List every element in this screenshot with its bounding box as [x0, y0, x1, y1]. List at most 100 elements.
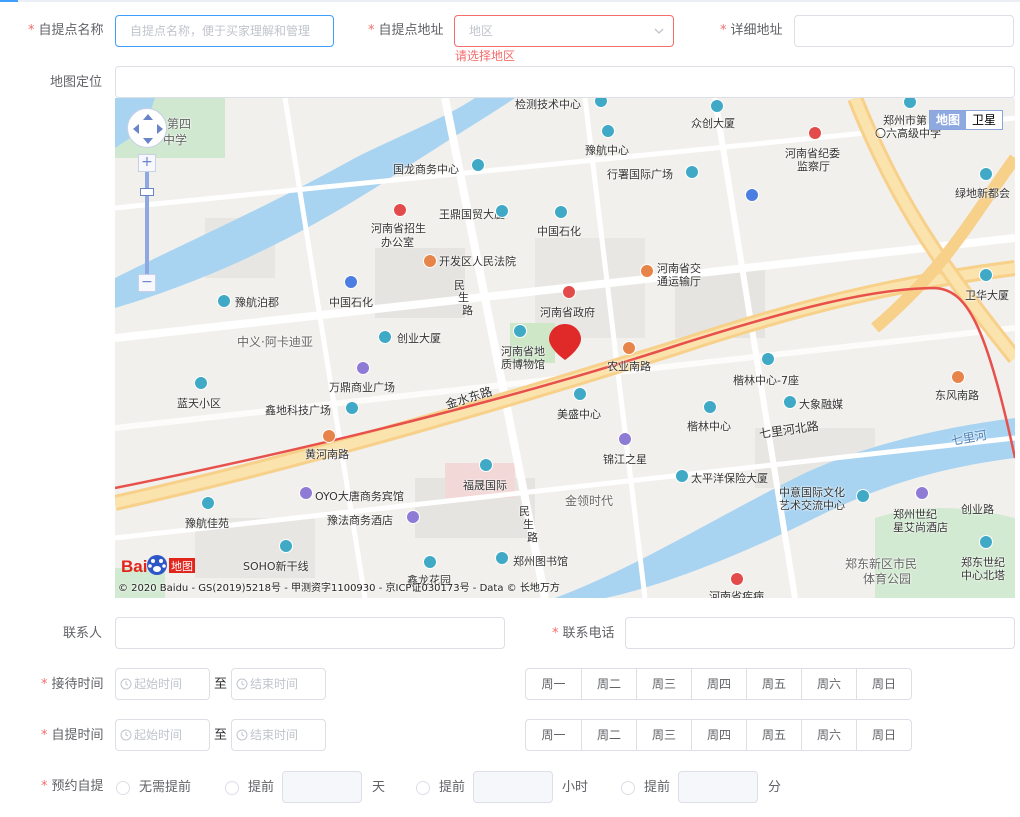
poi-building-icon[interactable] — [573, 387, 587, 401]
poi-building-icon[interactable] — [979, 535, 993, 549]
advance-days-radio[interactable] — [225, 781, 239, 795]
pickup-start-time-input[interactable]: 起始时间 — [115, 719, 210, 751]
map-label: 路 — [462, 304, 473, 317]
zoom-slider-handle[interactable] — [140, 188, 154, 196]
poi-building-icon[interactable] — [495, 204, 509, 218]
advance-minutes-label[interactable]: 提前 — [644, 780, 670, 796]
reception-time-separator: 至 — [214, 677, 228, 692]
poi-gas-station-icon[interactable] — [344, 275, 358, 289]
poi-hotel-icon[interactable] — [618, 432, 632, 446]
region-select[interactable]: 地区 — [454, 15, 674, 47]
contact-input[interactable] — [115, 617, 505, 649]
map-location-input[interactable] — [115, 66, 1015, 98]
map-label: 郑东世纪 — [961, 556, 1005, 569]
poi-building-icon[interactable] — [201, 496, 215, 510]
weekday-wed-button[interactable]: 周三 — [636, 720, 691, 750]
poi-government-icon[interactable] — [640, 264, 654, 278]
poi-hotel-icon[interactable] — [299, 486, 313, 500]
reception-start-time-input[interactable]: 起始时间 — [115, 668, 210, 700]
poi-hospital-icon[interactable] — [730, 572, 744, 586]
map-label: 楷林中心-7座 — [733, 374, 799, 387]
poi-building-icon[interactable] — [783, 395, 797, 409]
poi-building-icon[interactable] — [703, 400, 717, 414]
poi-building-icon[interactable] — [710, 99, 724, 113]
poi-building-icon[interactable] — [279, 539, 293, 553]
poi-metro-icon[interactable] — [322, 429, 336, 443]
poi-court-icon[interactable] — [423, 254, 437, 268]
reception-end-time-input[interactable]: 结束时间 — [231, 668, 326, 700]
map-label: 星艾尚酒店 — [893, 521, 948, 534]
poi-building-icon[interactable] — [194, 376, 208, 390]
parking-icon[interactable] — [745, 188, 759, 202]
no-advance-label[interactable]: 无需提前 — [139, 780, 191, 796]
map-label: 河南省纪委 — [785, 147, 840, 160]
weekday-sun-button[interactable]: 周日 — [856, 669, 911, 699]
poi-hotel-icon[interactable] — [915, 486, 929, 500]
poi-museum-icon[interactable] — [513, 324, 527, 338]
detail-address-input[interactable] — [794, 15, 1014, 47]
map-pan-control[interactable] — [127, 108, 167, 148]
poi-building-icon[interactable] — [554, 205, 568, 219]
zoom-out-button[interactable]: − — [138, 274, 156, 292]
weekday-wed-button[interactable]: 周三 — [636, 669, 691, 699]
poi-metro-icon[interactable] — [622, 341, 636, 355]
zoom-in-button[interactable]: + — [138, 154, 156, 172]
weekday-sat-button[interactable]: 周六 — [801, 669, 856, 699]
poi-building-icon[interactable] — [856, 489, 870, 503]
map-label: 郑州世纪 — [893, 508, 937, 521]
weekday-thu-button[interactable]: 周四 — [691, 720, 746, 750]
poi-building-icon[interactable] — [675, 469, 689, 483]
poi-metro-icon[interactable] — [951, 370, 965, 384]
weekday-tue-button[interactable]: 周二 — [581, 669, 636, 699]
map-view[interactable]: 检测技术中心 众创大厦 郑州市第 〇六高级中学 第四 中学 豫航中心 河南省纪委… — [115, 98, 1015, 598]
poi-building-icon[interactable] — [345, 401, 359, 415]
poi-government-icon[interactable] — [808, 126, 822, 140]
pickup-end-time-input[interactable]: 结束时间 — [231, 719, 326, 751]
weekday-tue-button[interactable]: 周二 — [581, 720, 636, 750]
poi-mall-icon[interactable] — [356, 361, 370, 375]
poi-library-icon[interactable] — [495, 551, 509, 565]
poi-hotel-icon[interactable] — [406, 510, 420, 524]
map-type-map-button[interactable]: 地图 — [929, 111, 966, 129]
map-label: 锦江之星 — [603, 453, 647, 466]
advance-days-label[interactable]: 提前 — [248, 780, 274, 796]
map-label: 美盛中心 — [557, 408, 601, 421]
map-zoom-control[interactable]: + − — [138, 154, 156, 294]
poi-building-icon[interactable] — [601, 124, 615, 138]
contact-phone-label: * 联系电话 — [552, 626, 615, 641]
weekday-mon-button[interactable]: 周一 — [526, 669, 581, 699]
weekday-fri-button[interactable]: 周五 — [746, 669, 801, 699]
poi-building-icon[interactable] — [479, 458, 493, 472]
map-label: 河南省政府 — [540, 306, 595, 319]
advance-hours-label[interactable]: 提前 — [439, 780, 465, 796]
poi-government-icon[interactable] — [393, 203, 407, 217]
baidu-logo: Bai 地图 — [119, 552, 199, 578]
weekday-sat-button[interactable]: 周六 — [801, 720, 856, 750]
weekday-thu-button[interactable]: 周四 — [691, 669, 746, 699]
map-label: 检测技术中心 — [515, 98, 581, 111]
advance-days-input[interactable] — [282, 771, 362, 803]
map-type-satellite-button[interactable]: 卫星 — [966, 111, 1002, 129]
poi-building-icon[interactable] — [423, 555, 437, 569]
advance-minutes-radio[interactable] — [621, 781, 635, 795]
poi-building-icon[interactable] — [979, 167, 993, 181]
poi-building-icon[interactable] — [471, 158, 485, 172]
advance-minutes-input[interactable] — [678, 771, 758, 803]
poi-building-icon[interactable] — [378, 330, 392, 344]
poi-government-icon[interactable] — [562, 285, 576, 299]
poi-building-icon[interactable] — [761, 352, 775, 366]
map-label: 农业南路 — [607, 360, 651, 373]
contact-phone-input[interactable] — [625, 617, 1015, 649]
poi-building-icon[interactable] — [217, 294, 231, 308]
poi-building-icon[interactable] — [979, 268, 993, 282]
advance-hours-radio[interactable] — [416, 781, 430, 795]
advance-hours-input[interactable] — [473, 771, 553, 803]
weekday-fri-button[interactable]: 周五 — [746, 720, 801, 750]
weekday-sun-button[interactable]: 周日 — [856, 720, 911, 750]
pickup-name-input[interactable]: 自提点名称，便于买家理解和管理 — [115, 15, 334, 47]
no-advance-radio[interactable] — [116, 781, 130, 795]
map-label: 创业大厦 — [397, 332, 441, 345]
poi-building-icon[interactable] — [685, 165, 699, 179]
weekday-mon-button[interactable]: 周一 — [526, 720, 581, 750]
map-type-switch[interactable]: 地图 卫星 — [928, 110, 1003, 130]
